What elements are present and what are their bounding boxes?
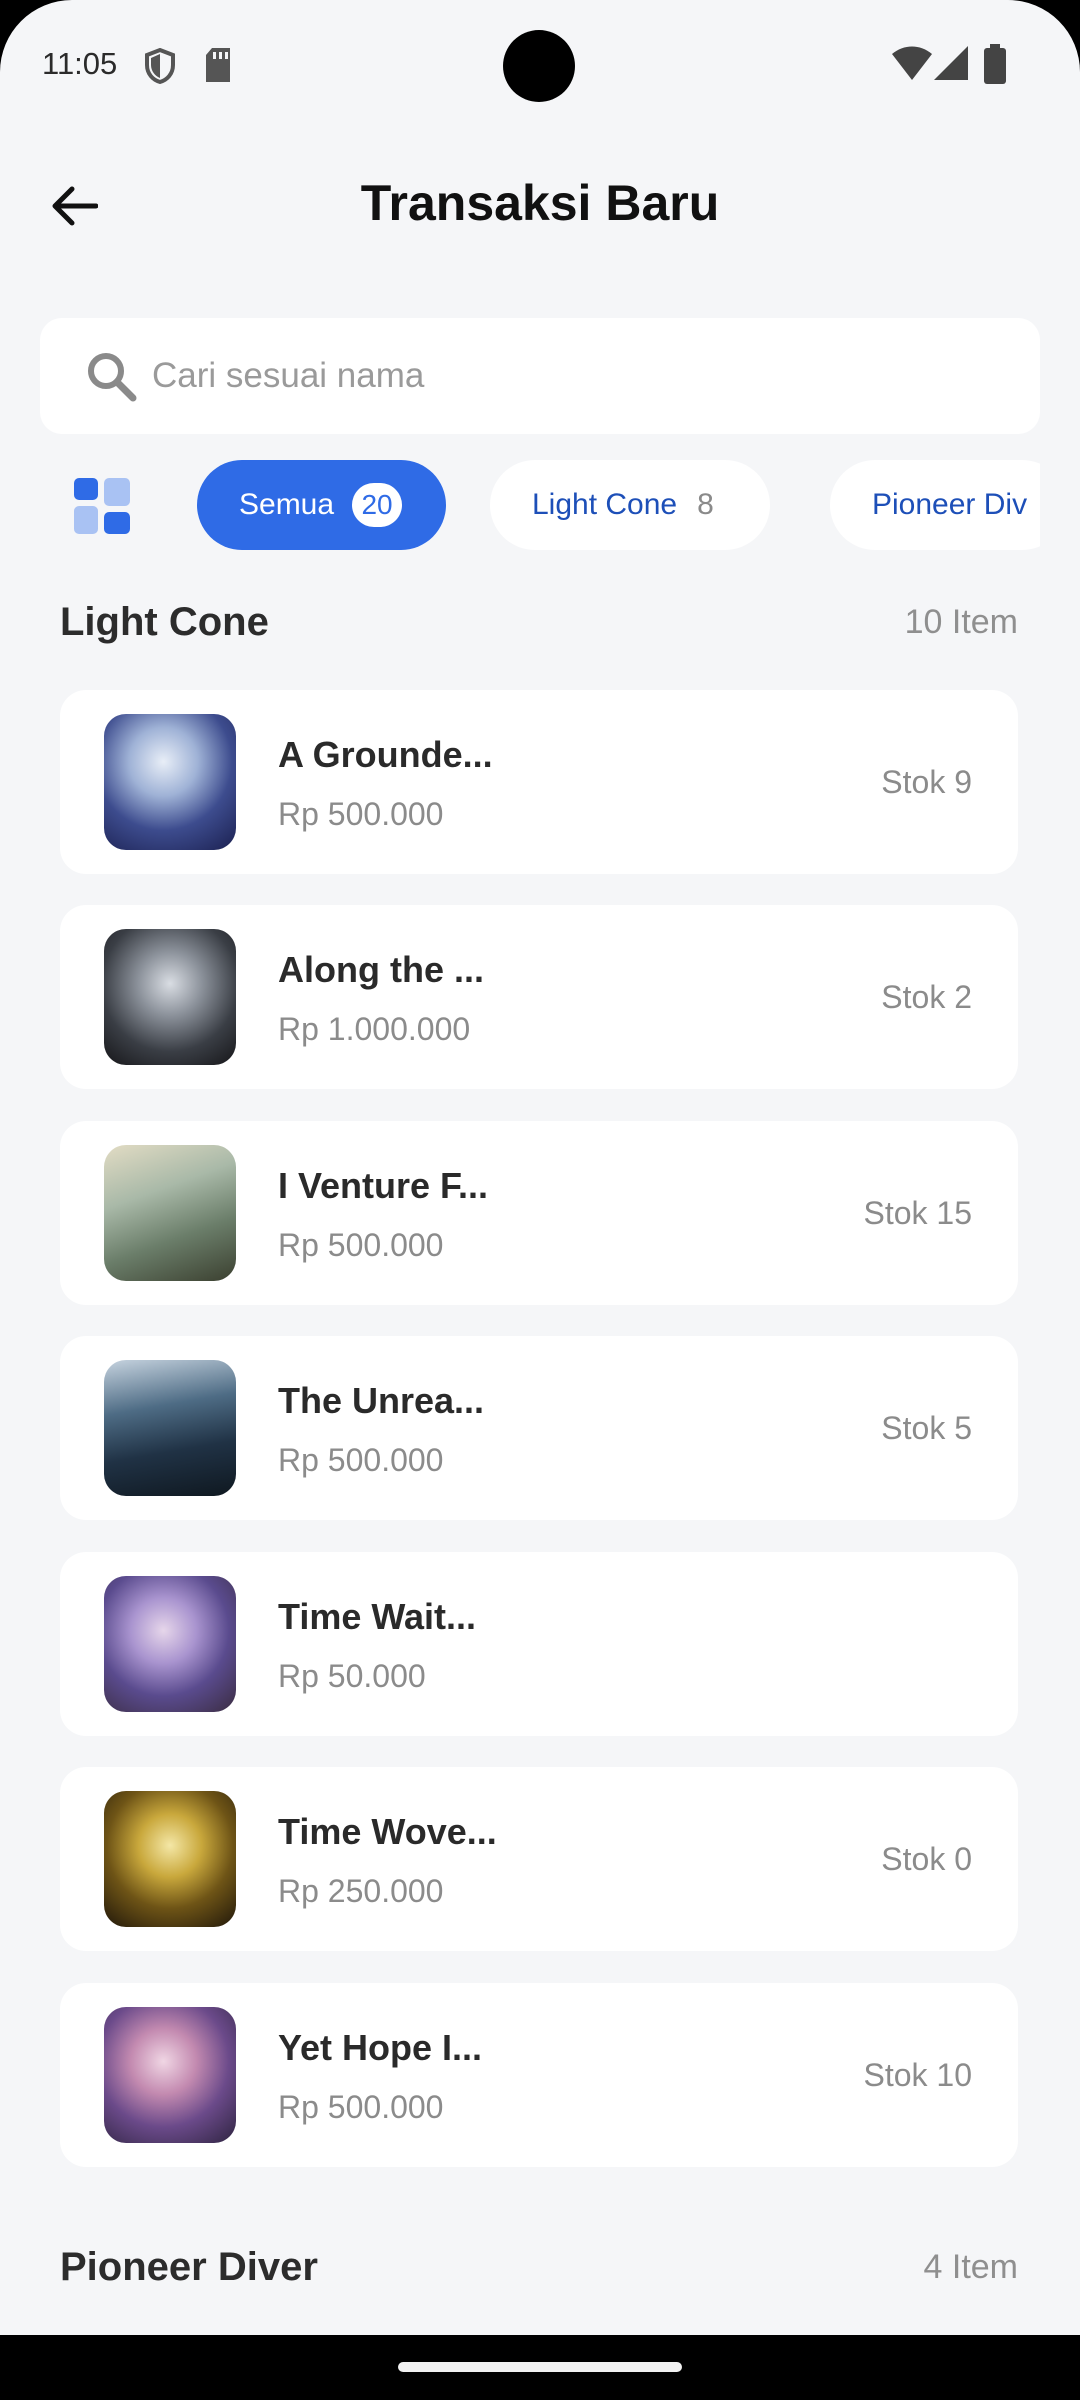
product-name: Time Wove... (278, 1811, 497, 1852)
product-thumbnail (104, 1360, 236, 1496)
gesture-home-bar[interactable] (398, 2362, 682, 2372)
category-filter-bar: Semua 20 Light Cone 8 Pioneer Div (40, 460, 1040, 552)
filter-chip-light-cone[interactable]: Light Cone 8 (490, 460, 770, 550)
category-grid-icon[interactable] (74, 478, 130, 534)
section-title: Pioneer Diver (60, 2245, 318, 2289)
sd-card-icon (204, 48, 232, 87)
product-card[interactable]: Time Wove... Rp 250.000 Stok 0 (60, 1767, 1018, 1951)
app-screen: 11:05 Transaksi Baru Se (0, 0, 1080, 2335)
battery-icon (984, 44, 1006, 89)
product-stock: Stok 5 (881, 1410, 972, 1446)
product-card[interactable]: Along the ... Rp 1.000.000 Stok 2 (60, 905, 1018, 1089)
product-thumbnail (104, 714, 236, 850)
product-price: Rp 500.000 (278, 2089, 444, 2125)
filter-chip-label: Semua (239, 488, 335, 521)
status-bar: 11:05 (0, 0, 1080, 130)
filter-chip-label: Pioneer Div (872, 488, 1028, 521)
product-card[interactable]: Yet Hope I... Rp 500.000 Stok 10 (60, 1983, 1018, 2167)
product-thumbnail (104, 2007, 236, 2143)
product-price: Rp 50.000 (278, 1658, 426, 1694)
product-card[interactable]: I Venture F... Rp 500.000 Stok 15 (60, 1121, 1018, 1305)
product-thumbnail (104, 1145, 236, 1281)
product-price: Rp 500.000 (278, 1227, 444, 1263)
product-card[interactable]: A Grounde... Rp 500.000 Stok 9 (60, 690, 1018, 874)
section-header-light-cone: Light Cone 10 Item (60, 600, 1018, 645)
product-price: Rp 1.000.000 (278, 1011, 471, 1047)
front-camera (503, 30, 575, 102)
product-stock: Stok 2 (881, 979, 972, 1015)
product-stock: Stok 9 (881, 764, 972, 800)
filter-chip-count: 20 (352, 483, 403, 527)
filter-chip-semua[interactable]: Semua 20 (197, 460, 447, 550)
product-name: I Venture F... (278, 1165, 489, 1206)
product-price: Rp 250.000 (278, 1873, 444, 1909)
status-time: 11:05 (42, 46, 118, 81)
product-name: Yet Hope I... (278, 2027, 483, 2068)
product-name: The Unrea... (278, 1380, 485, 1421)
section-title: Light Cone (60, 600, 269, 644)
section-item-count: 4 Item (923, 2248, 1018, 2286)
section-header-pioneer-diver: Pioneer Diver 4 Item (60, 2245, 1018, 2290)
product-card[interactable]: The Unrea... Rp 500.000 Stok 5 (60, 1336, 1018, 1520)
shield-icon (144, 47, 176, 89)
filter-chip-label: Light Cone (532, 488, 678, 521)
search-bar[interactable] (40, 318, 1040, 434)
search-icon (88, 353, 137, 402)
product-thumbnail (104, 1791, 236, 1927)
product-name: A Grounde... (278, 734, 493, 775)
filter-chip-count: 8 (697, 488, 714, 521)
wifi-icon (892, 46, 932, 85)
search-input[interactable] (152, 356, 952, 396)
product-name: Time Wait... (278, 1596, 477, 1637)
product-card[interactable]: Time Wait... Rp 50.000 (60, 1552, 1018, 1736)
product-price: Rp 500.000 (278, 1442, 444, 1478)
section-item-count: 10 Item (904, 603, 1018, 641)
page-title: Transaksi Baru (360, 175, 720, 231)
signal-icon (934, 46, 968, 85)
product-name: Along the ... (278, 949, 484, 990)
product-stock: Stok 15 (863, 1195, 972, 1231)
product-stock: Stok 10 (863, 2057, 972, 2093)
product-thumbnail (104, 929, 236, 1065)
filter-chip-pioneer-diver[interactable]: Pioneer Div (830, 460, 1040, 550)
product-thumbnail (104, 1576, 236, 1712)
product-stock: Stok 0 (881, 1841, 972, 1877)
product-price: Rp 500.000 (278, 796, 444, 832)
